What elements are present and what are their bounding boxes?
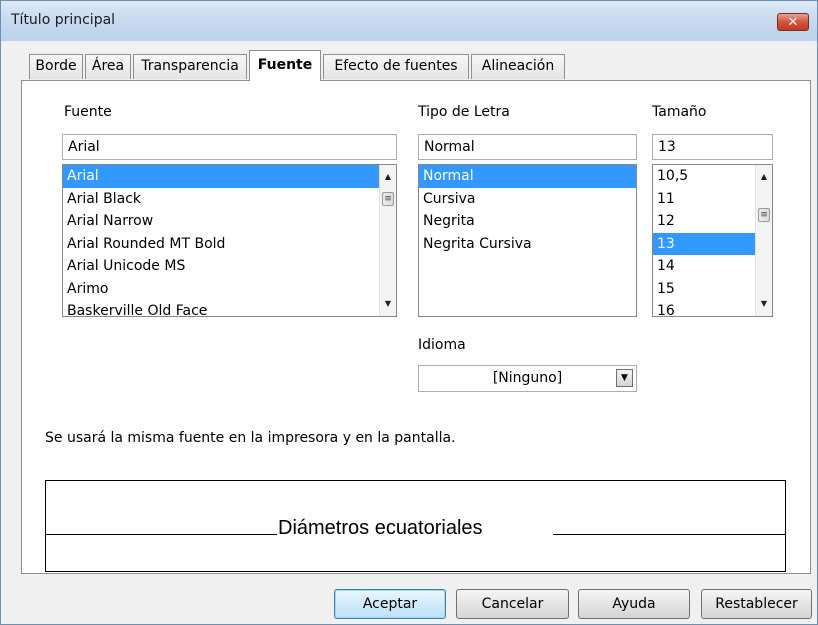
info-text: Se usará la misma fuente en la impresora… bbox=[45, 430, 456, 446]
font-family-label: Fuente bbox=[64, 104, 112, 120]
font-size-label: Tamaño bbox=[652, 104, 707, 120]
language-value: [Ninguno] bbox=[492, 370, 563, 386]
help-button[interactable]: Ayuda bbox=[578, 589, 690, 619]
font-style-input[interactable]: Normal bbox=[418, 134, 637, 160]
list-item[interactable]: Normal bbox=[419, 165, 636, 188]
tab-area[interactable]: Área bbox=[85, 54, 131, 79]
chevron-down-icon[interactable]: ▼ bbox=[616, 369, 633, 387]
list-item[interactable]: Arial Unicode MS bbox=[63, 255, 396, 278]
tab-borde[interactable]: Borde bbox=[29, 54, 83, 79]
preview-baseline-right bbox=[553, 534, 785, 535]
list-item[interactable]: Arial Black bbox=[63, 188, 396, 211]
font-style-list[interactable]: Normal Cursiva Negrita Negrita Cursiva bbox=[418, 164, 637, 317]
reset-button[interactable]: Restablecer bbox=[701, 589, 812, 619]
scroll-down-arrow-icon[interactable]: ▼ bbox=[756, 296, 772, 312]
scroll-up-arrow-icon[interactable]: ▲ bbox=[380, 169, 396, 185]
font-family-input[interactable]: Arial bbox=[62, 134, 397, 160]
tab-efecto-de-fuentes[interactable]: Efecto de fuentes bbox=[323, 54, 469, 79]
language-select[interactable]: [Ninguno] ▼ bbox=[418, 365, 637, 392]
list-item[interactable]: Cursiva bbox=[419, 188, 636, 211]
scroll-up-arrow-icon[interactable]: ▲ bbox=[756, 169, 772, 185]
list-item[interactable]: Arial bbox=[63, 165, 396, 188]
font-size-list[interactable]: 10,5 11 12 13 14 15 16 ▲ ≡ ▼ bbox=[652, 164, 773, 317]
language-label: Idioma bbox=[418, 337, 466, 353]
scroll-down-arrow-icon[interactable]: ▼ bbox=[380, 296, 396, 312]
list-item[interactable]: Arial Rounded MT Bold bbox=[63, 233, 396, 256]
font-list-scrollbar[interactable]: ▲ ≡ ▼ bbox=[379, 165, 396, 316]
ok-button[interactable]: Aceptar bbox=[334, 589, 446, 619]
preview-text: Diámetros ecuatoriales bbox=[278, 517, 483, 539]
close-icon: ✕ bbox=[787, 15, 799, 30]
title-bar[interactable]: Título principal ✕ bbox=[1, 1, 817, 41]
scroll-thumb[interactable]: ≡ bbox=[382, 192, 394, 206]
list-item[interactable]: 13 bbox=[653, 232, 755, 255]
scroll-thumb[interactable]: ≡ bbox=[758, 208, 770, 222]
tab-alineacion[interactable]: Alineación bbox=[471, 54, 565, 79]
list-item[interactable]: Arial Narrow bbox=[63, 210, 396, 233]
tab-fuente[interactable]: Fuente bbox=[249, 50, 321, 81]
list-item[interactable]: Negrita bbox=[419, 210, 636, 233]
preview-baseline-left bbox=[46, 534, 277, 535]
list-item[interactable]: Baskerville Old Face bbox=[63, 300, 396, 316]
font-size-input[interactable]: 13 bbox=[652, 134, 773, 160]
font-family-list[interactable]: Arial Arial Black Arial Narrow Arial Rou… bbox=[62, 164, 397, 317]
list-item[interactable]: Negrita Cursiva bbox=[419, 233, 636, 256]
font-dialog-window: Título principal ✕ Borde Área Transparen… bbox=[0, 0, 818, 625]
font-style-label: Tipo de Letra bbox=[418, 104, 510, 120]
size-list-scrollbar[interactable]: ▲ ≡ ▼ bbox=[755, 165, 772, 316]
cancel-button[interactable]: Cancelar bbox=[456, 589, 569, 619]
tab-transparencia[interactable]: Transparencia bbox=[133, 54, 247, 79]
list-item[interactable]: Arimo bbox=[63, 278, 396, 301]
window-title: Título principal bbox=[11, 12, 116, 28]
close-button[interactable]: ✕ bbox=[777, 13, 809, 31]
